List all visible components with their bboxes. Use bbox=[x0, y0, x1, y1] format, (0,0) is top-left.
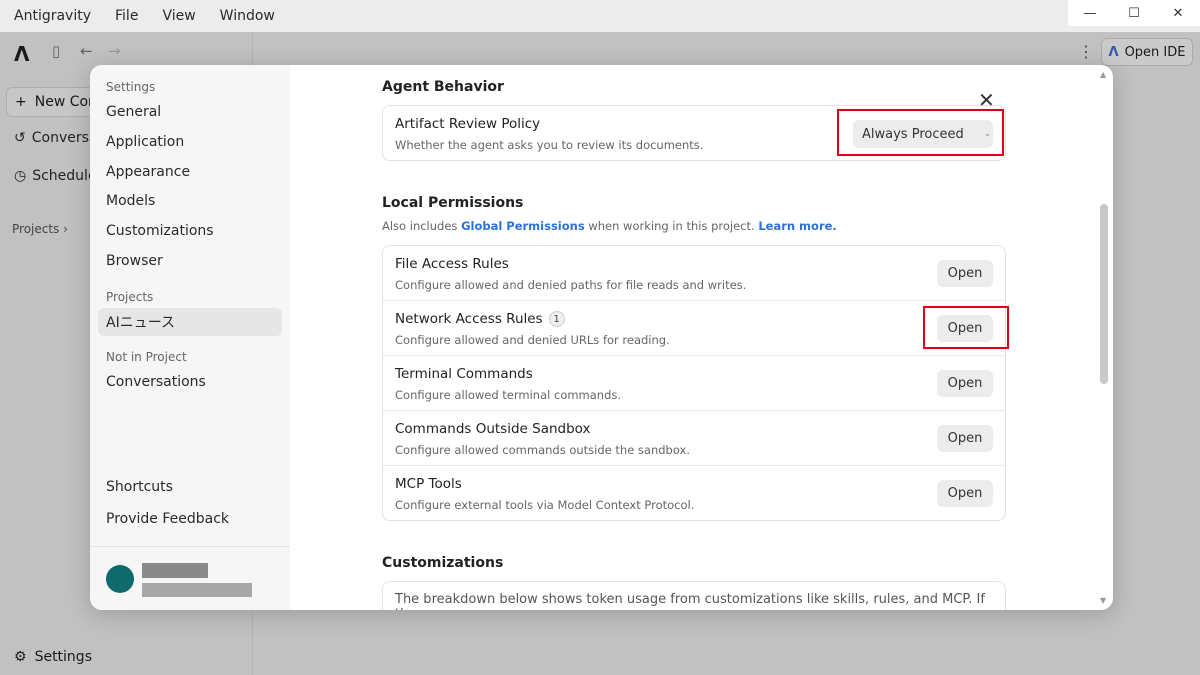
open-outside-sandbox-button[interactable]: Open bbox=[937, 425, 993, 452]
row-title-wrap: Network Access Rules 1 bbox=[395, 311, 565, 327]
row-title: Commands Outside Sandbox bbox=[395, 421, 591, 437]
row-desc: Configure allowed commands outside the s… bbox=[395, 443, 690, 457]
nav-item-feedback[interactable]: Provide Feedback bbox=[98, 505, 282, 533]
nav-item-models[interactable]: Models bbox=[98, 187, 282, 215]
menu-view[interactable]: View bbox=[162, 8, 195, 24]
nav-section-settings: Settings bbox=[106, 80, 156, 94]
window-controls: — ☐ ✕ bbox=[1068, 0, 1200, 26]
row-title: MCP Tools bbox=[395, 476, 462, 492]
nav-section-projects: Projects bbox=[106, 290, 154, 304]
open-file-access-button[interactable]: Open bbox=[937, 260, 993, 287]
nav-item-general[interactable]: General bbox=[98, 98, 282, 126]
close-window-icon[interactable]: ✕ bbox=[1156, 0, 1200, 26]
artifact-review-desc: Whether the agent asks you to review its… bbox=[395, 138, 704, 152]
nav-item-conversations[interactable]: Conversations bbox=[98, 368, 282, 396]
avatar bbox=[106, 565, 134, 593]
nav-item-project-ai-news[interactable]: AIニュース bbox=[98, 308, 282, 336]
row-title: Network Access Rules bbox=[395, 311, 543, 327]
highlight-box-artifact-review bbox=[837, 109, 1004, 156]
count-badge: 1 bbox=[548, 311, 565, 327]
menu-antigravity[interactable]: Antigravity bbox=[14, 8, 91, 24]
redacted-name bbox=[142, 563, 208, 578]
desc-prefix: Also includes bbox=[382, 219, 462, 233]
redacted-email bbox=[142, 583, 252, 597]
highlight-box-network-open bbox=[923, 306, 1009, 349]
learn-more-link[interactable]: Learn more. bbox=[758, 219, 836, 233]
row-desc: Configure allowed and denied paths for f… bbox=[395, 278, 747, 292]
menu-file[interactable]: File bbox=[115, 8, 138, 24]
permission-row-terminal: Terminal Commands Configure allowed term… bbox=[383, 356, 1005, 411]
minimize-icon[interactable]: — bbox=[1068, 0, 1112, 26]
row-title: Terminal Commands bbox=[395, 366, 533, 382]
local-permissions-desc: Also includes Global Permissions when wo… bbox=[382, 219, 837, 233]
app-menubar: Antigravity File View Window bbox=[0, 0, 1200, 32]
nav-item-appearance[interactable]: Appearance bbox=[98, 158, 282, 186]
section-title-local-permissions: Local Permissions bbox=[382, 195, 524, 211]
nav-item-browser[interactable]: Browser bbox=[98, 247, 282, 275]
section-title-customizations: Customizations bbox=[382, 555, 504, 571]
scroll-up-icon[interactable]: ▲ bbox=[1100, 70, 1106, 79]
profile-area[interactable] bbox=[90, 546, 290, 610]
global-permissions-link[interactable]: Global Permissions bbox=[461, 219, 585, 233]
permission-row-outside-sandbox: Commands Outside Sandbox Configure allow… bbox=[383, 411, 1005, 466]
close-icon[interactable]: ✕ bbox=[978, 88, 995, 112]
menu-window[interactable]: Window bbox=[220, 8, 275, 24]
nav-section-not-in-project: Not in Project bbox=[106, 350, 187, 364]
artifact-review-title: Artifact Review Policy bbox=[395, 116, 541, 132]
open-terminal-commands-button[interactable]: Open bbox=[937, 370, 993, 397]
local-permissions-card: File Access Rules Configure allowed and … bbox=[382, 245, 1006, 521]
scrollbar-thumb[interactable] bbox=[1100, 204, 1108, 384]
permission-row-network-access: Network Access Rules 1 Configure allowed… bbox=[383, 301, 1005, 356]
row-title: File Access Rules bbox=[395, 256, 509, 272]
section-title-agent-behavior: Agent Behavior bbox=[382, 79, 504, 95]
nav-item-shortcuts[interactable]: Shortcuts bbox=[98, 473, 282, 501]
nav-item-application[interactable]: Application bbox=[98, 128, 282, 156]
maximize-icon[interactable]: ☐ bbox=[1112, 0, 1156, 26]
nav-item-customizations[interactable]: Customizations bbox=[98, 217, 282, 245]
customizations-card: The breakdown below shows token usage fr… bbox=[382, 581, 1006, 610]
row-desc: Configure allowed terminal commands. bbox=[395, 388, 622, 402]
scroll-down-icon[interactable]: ▼ bbox=[1100, 596, 1106, 605]
permission-row-mcp-tools: MCP Tools Configure external tools via M… bbox=[383, 466, 1005, 521]
customizations-desc: The breakdown below shows token usage fr… bbox=[395, 592, 985, 610]
permission-row-file-access: File Access Rules Configure allowed and … bbox=[383, 246, 1005, 301]
row-desc: Configure allowed and denied URLs for re… bbox=[395, 333, 670, 347]
desc-middle: when working in this project. bbox=[584, 219, 759, 233]
settings-nav: Settings General Application Appearance … bbox=[90, 65, 290, 610]
open-mcp-tools-button[interactable]: Open bbox=[937, 480, 993, 507]
row-desc: Configure external tools via Model Conte… bbox=[395, 498, 695, 512]
